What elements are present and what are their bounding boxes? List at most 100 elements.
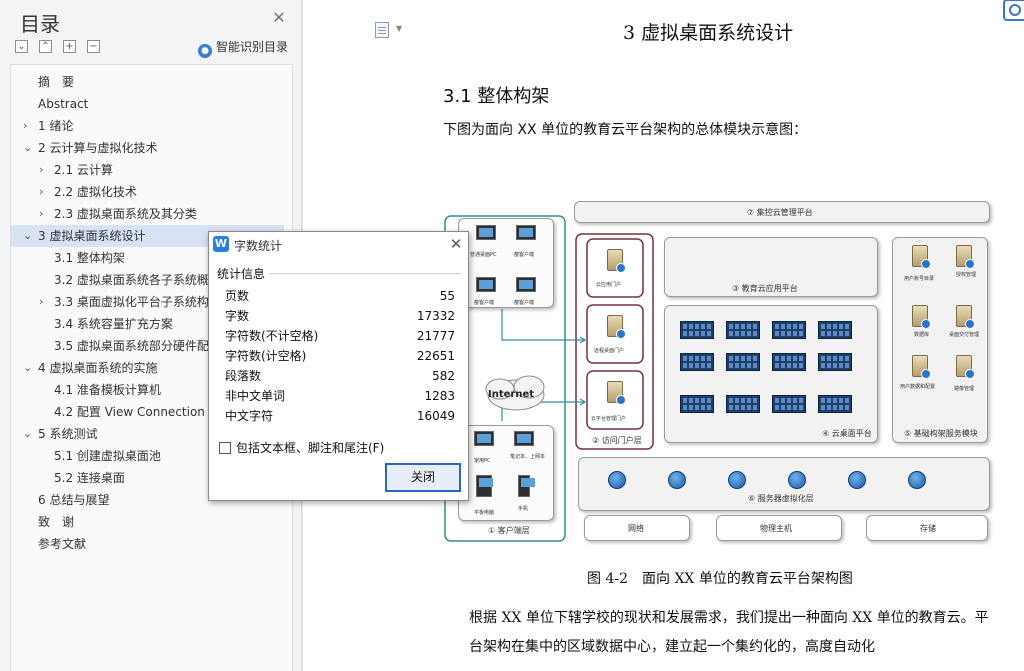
- thin-client-icon: [516, 225, 536, 240]
- toc-item-label: 4.2 配置 View Connection S: [54, 405, 217, 419]
- add-heading-icon[interactable]: +: [63, 40, 76, 53]
- toc-item-label: 2 云计算与虚拟化技术: [38, 141, 158, 155]
- portal-label: 远程桌面门户: [594, 348, 625, 354]
- figure-caption: 图 4-2 面向 XX 单位的教育云平台架构图: [587, 571, 853, 587]
- toc-item[interactable]: 摘 要: [11, 71, 292, 93]
- toc-item-label: 5.2 连接桌面: [54, 471, 125, 485]
- stat-label: 页数: [225, 289, 250, 303]
- server-icon: [956, 305, 975, 329]
- service-label: 授权管理: [956, 272, 977, 278]
- word-count-dialog: W 字数统计 ✕ 统计信息 页数 55 字数 17332 字符数(不计空格) 21777 字…: [208, 231, 469, 501]
- close-button[interactable]: 关闭: [385, 463, 461, 492]
- client-label: 笔记本、上网本: [510, 454, 546, 460]
- toc-item-label: 3.5 虚拟桌面系统部分硬件配: [54, 339, 209, 353]
- stat-value: 16049: [416, 409, 455, 423]
- toc-item[interactable]: Abstract: [11, 93, 292, 115]
- physical-host-label: 物理主机: [760, 524, 792, 533]
- virtualization-node-icon: [908, 471, 926, 489]
- client-group-bottom: [458, 425, 554, 521]
- internet-label: Internet: [488, 389, 535, 400]
- portal-label: 云应用门户: [596, 282, 622, 288]
- chevron-right-icon[interactable]: ›: [39, 159, 49, 181]
- virtualization-node-icon: [848, 471, 866, 489]
- stat-label: 字数: [225, 309, 250, 323]
- server-icon: [607, 381, 626, 405]
- client-label: 手机: [518, 506, 529, 512]
- close-icon[interactable]: ✕: [447, 235, 465, 253]
- smart-toc-button[interactable]: ● 智能识别目录: [198, 38, 288, 58]
- server-rack-icon: [772, 395, 806, 413]
- chevron-right-icon[interactable]: ›: [23, 115, 33, 137]
- chevron-right-icon[interactable]: ›: [39, 291, 49, 313]
- base-services-box: [892, 237, 988, 443]
- client-layer-label: ① 客户端层: [488, 526, 530, 535]
- virtualization-node-icon: [788, 471, 806, 489]
- stat-label: 字符数(计空格): [225, 349, 307, 363]
- smart-toc-label: 智能识别目录: [216, 40, 289, 54]
- stat-label: 段落数: [225, 369, 262, 383]
- toc-item-label: 6 总结与展望: [38, 493, 110, 507]
- toc-item[interactable]: 参考文献: [11, 533, 292, 555]
- server-rack-icon: [772, 321, 806, 339]
- toc-item[interactable]: › 1 绪论: [11, 115, 292, 137]
- chevron-right-icon[interactable]: ›: [39, 203, 49, 225]
- toc-item[interactable]: › 2.1 云计算: [11, 159, 292, 181]
- toc-item-label: 摘 要: [38, 75, 75, 89]
- stat-label: 非中文单词: [225, 389, 286, 403]
- remove-heading-icon[interactable]: −: [87, 40, 100, 53]
- stat-row: 字符数(计空格) 22651: [225, 346, 455, 366]
- toc-item-label: 3.1 整体构架: [54, 251, 125, 265]
- checkbox-box[interactable]: [219, 442, 231, 454]
- chevron-down-icon[interactable]: ⌄: [23, 137, 33, 159]
- home-pc-icon: [474, 431, 494, 446]
- toc-item-label: 3.3 桌面虚拟化平台子系统构: [54, 295, 209, 309]
- server-rack-icon: [726, 321, 760, 339]
- virtualization-node-icon: [668, 471, 686, 489]
- toc-item[interactable]: › 2.3 虚拟桌面系统及其分类: [11, 203, 292, 225]
- server-icon: [607, 249, 626, 273]
- stat-value: 582: [432, 369, 455, 383]
- client-label: 瘦客户端: [514, 252, 535, 258]
- close-icon[interactable]: ✕: [270, 9, 288, 27]
- toc-item[interactable]: ⌄ 2 云计算与虚拟化技术: [11, 137, 292, 159]
- search-icon[interactable]: [1003, 0, 1024, 21]
- storage-label: 存储: [920, 524, 936, 533]
- toc-title: 目录: [20, 12, 60, 36]
- chevron-down-icon[interactable]: ▼: [396, 24, 402, 33]
- client-group-top: [458, 218, 554, 308]
- chevron-right-icon[interactable]: ›: [39, 181, 49, 203]
- stat-row: 中文字符 16049: [225, 406, 455, 426]
- thin-client-icon: [516, 277, 536, 292]
- portal-label: 云平台管理门户: [591, 416, 627, 422]
- stats-section-title: 统计信息: [217, 267, 266, 281]
- toc-item-label: 3.2 虚拟桌面系统各子系统概: [54, 273, 209, 287]
- toc-item[interactable]: 致 谢: [11, 511, 292, 533]
- server-icon: [912, 355, 931, 379]
- toc-item-label: 5 系统测试: [38, 427, 98, 441]
- toc-item[interactable]: › 2.2 虚拟化技术: [11, 181, 292, 203]
- wps-logo-icon: W: [213, 236, 229, 252]
- dialog-titlebar[interactable]: W 字数统计 ✕: [209, 232, 468, 258]
- toc-item-label: 5.1 创建虚拟桌面池: [54, 449, 161, 463]
- smart-recognize-icon: ●: [198, 44, 212, 58]
- server-icon: [912, 305, 931, 329]
- toc-item-label: 4.1 准备模板计算机: [54, 383, 161, 397]
- server-icon: [956, 245, 975, 269]
- document-icon[interactable]: [375, 22, 389, 38]
- stat-row: 字数 17332: [225, 306, 455, 326]
- toc-item-label: 2.3 虚拟桌面系统及其分类: [54, 207, 197, 221]
- client-label: 家用PC: [474, 458, 491, 464]
- thin-client-icon: [476, 277, 496, 292]
- collapse-all-icon[interactable]: ⌃: [39, 40, 52, 53]
- expand-all-icon[interactable]: ⌄: [15, 40, 28, 53]
- include-textbox-checkbox[interactable]: 包括文本框、脚注和尾注(F): [219, 439, 384, 455]
- chevron-down-icon[interactable]: ⌄: [23, 357, 33, 379]
- cloud-desktop-label: ④ 云桌面平台: [822, 429, 872, 438]
- service-label: 桌面交付管理: [949, 332, 980, 338]
- body-paragraph: 根据 XX 单位下辖学校的现状和发展需求，我们提出一种面向 XX 单位的教育云。…: [469, 610, 989, 655]
- virtualization-node-icon: [728, 471, 746, 489]
- chevron-down-icon[interactable]: ⌄: [23, 225, 33, 247]
- client-label: 平板电脑: [474, 510, 495, 516]
- server-rack-icon: [680, 353, 714, 371]
- chevron-down-icon[interactable]: ⌄: [23, 423, 33, 445]
